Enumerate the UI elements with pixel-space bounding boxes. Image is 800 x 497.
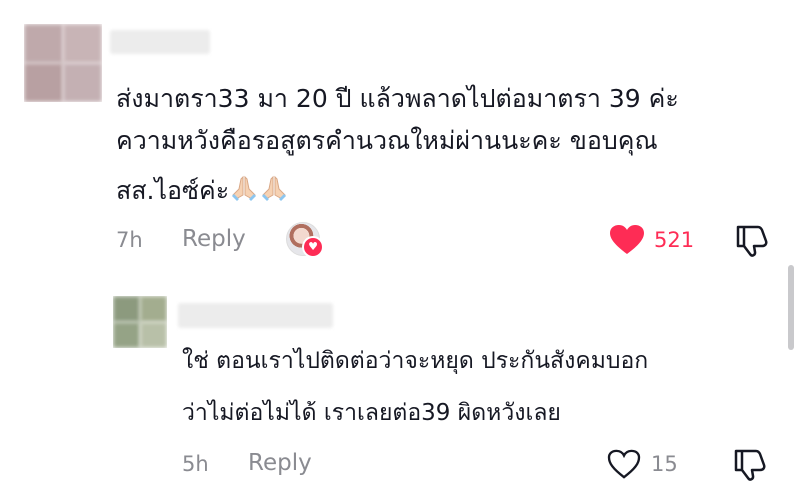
creator-liked-badge: ♥ — [286, 222, 324, 260]
comment-text-line: ความหวังคือรอสูตรคำนวณใหม่ผ่านนะคะ ขอบคุ… — [116, 126, 658, 155]
like-count: 15 — [651, 452, 678, 476]
username[interactable] — [110, 30, 210, 54]
praying-hands-icon — [232, 175, 257, 201]
comment-time: 7h — [116, 228, 143, 252]
comment-time: 5h — [182, 452, 209, 476]
avatar[interactable] — [24, 24, 102, 102]
dislike-icon[interactable] — [734, 224, 770, 258]
dislike-icon[interactable] — [732, 448, 768, 482]
like-heart-icon[interactable] — [607, 449, 641, 479]
username[interactable] — [178, 303, 333, 328]
comment-text-line: ว่าไม่ต่อไม่ได้ เราเลยต่อ39 ผิดหวังเลย — [182, 400, 561, 426]
scrollbar[interactable] — [788, 265, 794, 350]
praying-hands-icon — [262, 175, 287, 201]
comment-text-line-with-emoji: สส.ไอซ์ค่ะ — [116, 172, 289, 210]
like-count: 521 — [654, 228, 695, 252]
comment-text-line: ใช่ ตอนเราไปติดต่อว่าจะหยุด ประกันสังคมบ… — [182, 348, 649, 374]
comment-text-segment: สส.ไอซ์ค่ะ — [116, 176, 230, 205]
reply-button[interactable]: Reply — [182, 226, 246, 252]
like-heart-icon[interactable] — [609, 224, 645, 256]
reply-button[interactable]: Reply — [248, 450, 312, 476]
heart-icon: ♥ — [302, 236, 324, 258]
avatar[interactable] — [113, 296, 167, 348]
comment-text-line: ส่งมาตรา33 มา 20 ปี แล้วพลาดไปต่อมาตรา 3… — [116, 84, 679, 113]
